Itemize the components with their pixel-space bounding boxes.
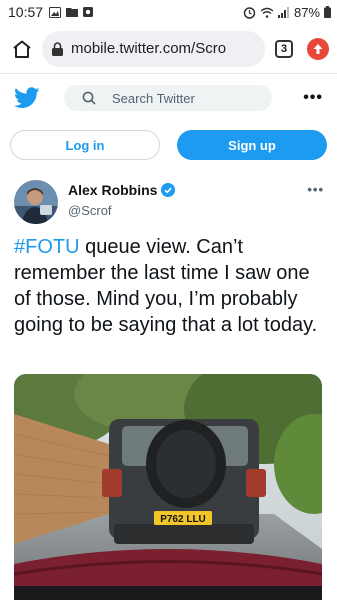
status-time: 10:57 [8,4,44,20]
folder-icon [66,8,79,17]
author-handle: @Scrof [68,203,112,218]
tab-switcher-button[interactable]: 3 [275,39,293,58]
url-text: mobile.twitter.com/Scro [71,40,227,57]
tweet-header: Alex Robbins @Scrof ••• [14,180,324,224]
address-bar[interactable]: mobile.twitter.com/Scro [42,30,265,67]
tweet-photo[interactable]: P762 LLU [14,374,322,600]
more-menu-button[interactable]: ••• [303,89,323,107]
author-name: Alex Robbins [68,182,158,198]
auth-buttons: Log in Sign up [10,130,327,160]
home-icon [13,40,31,58]
browser-toolbar: mobile.twitter.com/Scro 3 [0,24,337,74]
tweet-more-button[interactable]: ••• [307,180,324,197]
signup-button[interactable]: Sign up [177,130,327,160]
system-icons: 87% [243,5,331,20]
battery-icon [324,6,331,18]
login-button[interactable]: Log in [10,130,160,160]
twitter-bird-icon[interactable] [14,87,40,109]
number-plate: P762 LLU [160,514,206,525]
notification-icons [49,6,94,18]
update-arrow-icon[interactable] [307,37,329,60]
avatar[interactable] [14,180,58,224]
signal-icon [277,6,289,18]
wifi-icon [260,7,274,18]
tweet-text: #FOTU queue view. Can’t remember the las… [14,234,326,338]
gallery-icon [49,6,62,18]
search-input[interactable]: Search Twitter [64,85,272,111]
app-notification-icon [83,7,94,17]
verified-badge-icon [161,183,176,197]
author-name-row[interactable]: Alex Robbins [68,182,176,198]
alarm-icon [243,6,256,19]
hashtag-link[interactable]: #FOTU [14,236,80,258]
battery-percent: 87% [293,4,320,20]
home-button[interactable] [8,35,36,63]
lock-icon [52,41,63,56]
author-info: Alex Robbins @Scrof [68,180,176,218]
twitter-header: Search Twitter ••• [0,76,337,120]
search-placeholder: Search Twitter [112,90,195,106]
search-icon [82,91,96,105]
status-bar: 10:57 87% [0,0,337,24]
